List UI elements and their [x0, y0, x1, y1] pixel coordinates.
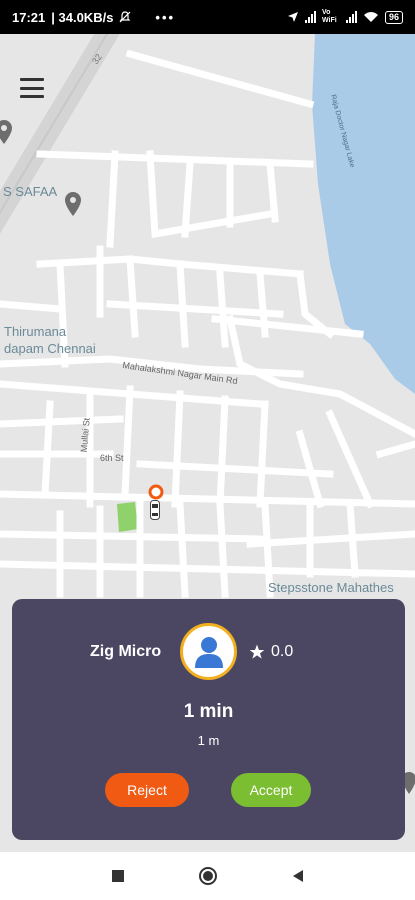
signal-strength-icon-2 [345, 11, 357, 23]
distance-value: 1 m [197, 733, 220, 748]
user-icon [194, 636, 223, 668]
eta-value: 1 min [183, 701, 234, 722]
map-label-6th-st: 6th St [100, 453, 124, 463]
status-bar: 17:21 | 34.0KB/s ••• Vo WiFi 96 [0, 0, 415, 34]
map-pin-icon [0, 120, 12, 144]
accept-button[interactable]: Accept [231, 773, 311, 807]
recents-square-icon[interactable] [108, 866, 128, 886]
star-icon [249, 644, 265, 659]
current-location-marker-icon [148, 484, 164, 500]
vehicle-type-label: Zig Micro [90, 643, 162, 660]
reject-button[interactable]: Reject [105, 773, 189, 807]
ride-request-card: Zig Micro 0.0 1 min 1 m Reject Accept [12, 599, 405, 840]
network-speed: | 34.0KB/s [51, 9, 114, 25]
signal-strength-icon [304, 11, 316, 23]
location-arrow-icon [287, 12, 298, 22]
map-label-thirumana-1: Thirumana [4, 324, 67, 339]
home-circle-icon[interactable] [198, 866, 218, 886]
battery-icon: 96 [384, 10, 403, 24]
back-triangle-icon[interactable] [288, 866, 308, 886]
map-label-safaa: S SAFAA [3, 184, 58, 199]
status-time: 17:21 [12, 9, 46, 25]
carrier-label: Vo WiFi [321, 9, 337, 24]
status-more-dots: ••• [155, 9, 176, 25]
rating: 0.0 [249, 643, 293, 661]
system-navigation-bar [0, 852, 415, 900]
avatar [180, 623, 237, 680]
notification-muted-icon [119, 11, 131, 23]
wifi-icon [363, 12, 378, 22]
rating-value: 0.0 [271, 643, 294, 660]
map-pin-icon-safaa [65, 192, 81, 216]
map-label-stepsstone: Stepsstone Mahathes [268, 580, 394, 595]
park-area [117, 502, 138, 532]
car-icon [150, 500, 160, 520]
lake-water [312, 34, 415, 394]
map-label-thirumana-2: dapam Chennai [4, 341, 96, 356]
menu-hamburger-icon[interactable] [20, 78, 44, 98]
